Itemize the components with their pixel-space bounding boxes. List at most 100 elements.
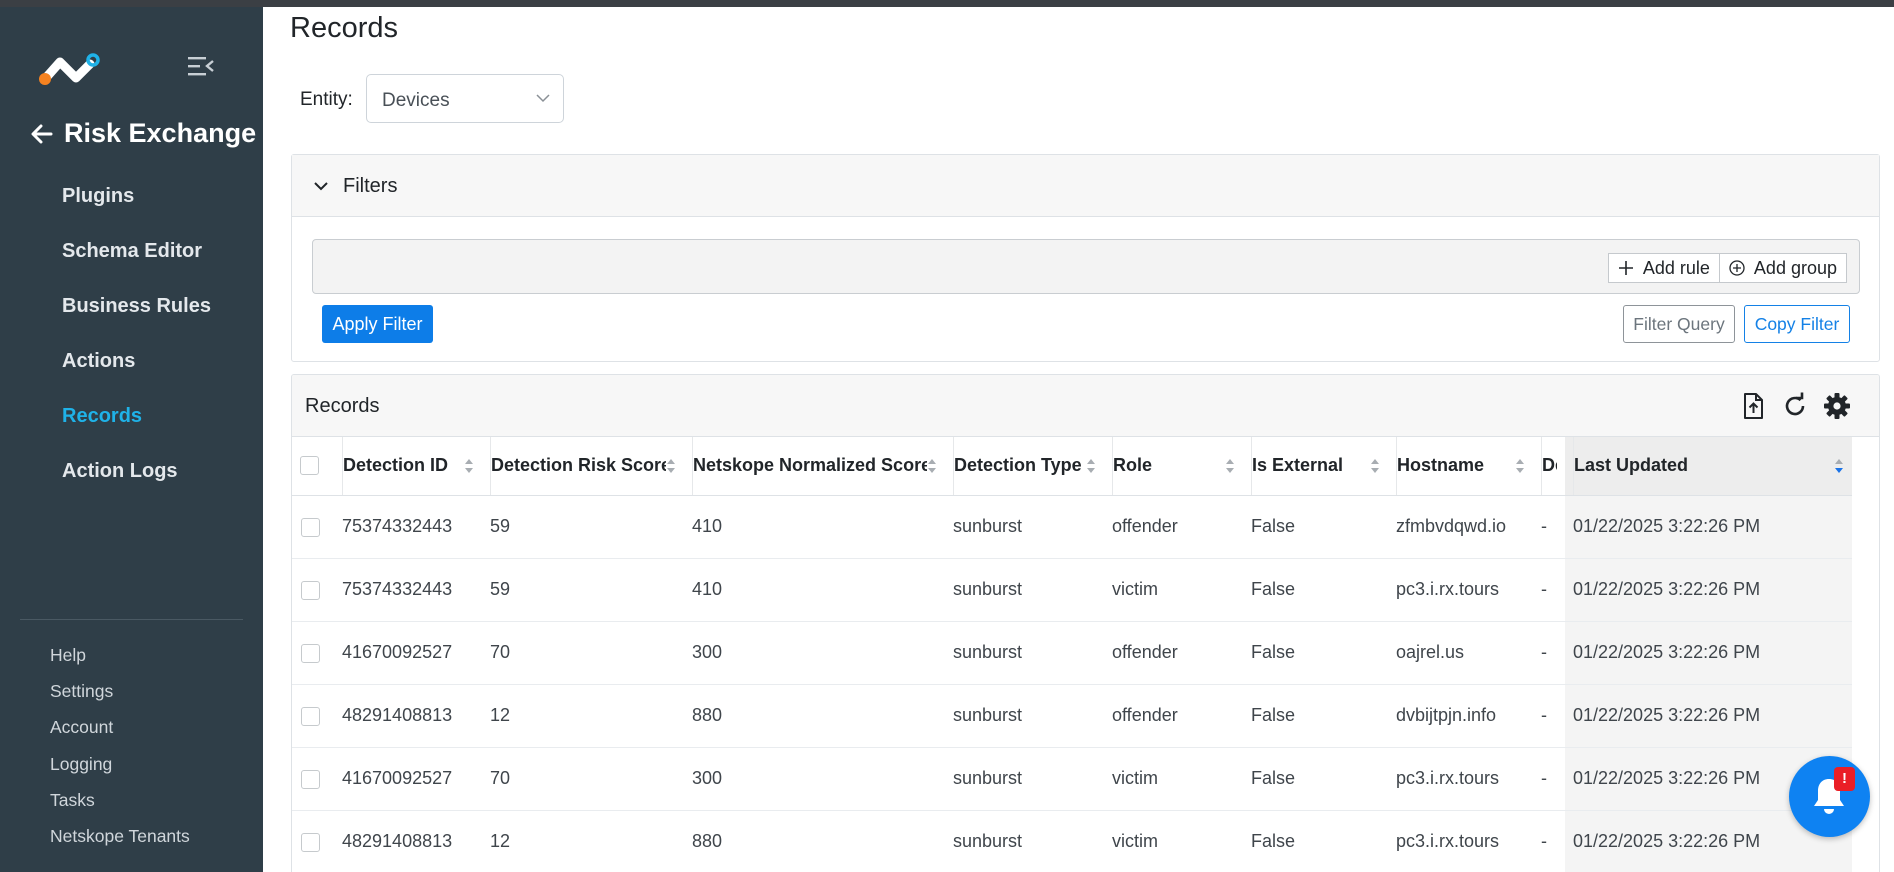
row-checkbox[interactable] (301, 517, 320, 537)
table-row[interactable]: 75374332443 59 410 sunburst offender Fal… (292, 495, 1852, 559)
cell-hostname: pc3.i.rx.tours (1388, 558, 1533, 622)
cell-de: - (1533, 621, 1565, 685)
apply-filter-button[interactable]: Apply Filter (322, 305, 433, 343)
cell-detection-id: 75374332443 (334, 558, 482, 622)
row-checkbox-cell (292, 621, 334, 685)
cell-hostname: pc3.i.rx.tours (1388, 810, 1533, 872)
back-to-risk-exchange[interactable]: Risk Exchange (30, 118, 256, 149)
sidebar-item-logging[interactable]: Logging (50, 749, 190, 785)
records-panel: Records Detection ID Detection Risk Scor… (291, 374, 1880, 872)
notifications-button[interactable]: ! (1789, 756, 1870, 837)
entity-label: Entity: (300, 89, 353, 110)
column-label: Detection ID (343, 455, 449, 476)
column-header[interactable]: Hostname (1388, 437, 1533, 496)
cell-netskope-normalized-score: 880 (684, 810, 945, 872)
sidebar-item-action-logs[interactable]: Action Logs (0, 451, 263, 506)
sidebar: Risk Exchange Plugins Schema Editor Busi… (0, 0, 263, 872)
entity-select[interactable]: Devices (366, 74, 564, 123)
row-checkbox[interactable] (301, 643, 320, 663)
table-row[interactable]: 48291408813 12 880 sunburst victim False… (292, 810, 1852, 872)
sidebar-item-netskope-tenants[interactable]: Netskope Tenants (50, 821, 190, 857)
filter-query-button[interactable]: Filter Query (1623, 305, 1735, 343)
cell-is-external: False (1243, 558, 1388, 622)
netskope-logo (39, 53, 100, 85)
row-checkbox-cell (292, 558, 334, 622)
cell-detection-type: sunburst (945, 747, 1104, 811)
table-row[interactable]: 75374332443 59 410 sunburst victim False… (292, 558, 1852, 622)
filters-title: Filters (343, 175, 398, 197)
cell-role: offender (1104, 495, 1243, 559)
refresh-icon[interactable] (1781, 392, 1809, 420)
table-row[interactable]: 41670092527 70 300 sunburst offender Fal… (292, 621, 1852, 685)
cell-role: offender (1104, 684, 1243, 748)
table-row[interactable]: 41670092527 70 300 sunburst victim False… (292, 747, 1852, 811)
cell-detection-risk-score: 12 (482, 684, 684, 748)
column-header[interactable]: Detection ID (334, 437, 482, 496)
column-label: Detection Risk Score (491, 455, 666, 476)
sidebar-item-account[interactable]: Account (50, 712, 190, 748)
sidebar-item-settings[interactable]: Settings (50, 676, 190, 712)
sidebar-item-tasks[interactable]: Tasks (50, 785, 190, 821)
sort-icon (928, 458, 936, 473)
column-header-sorted[interactable]: Last Updated (1565, 437, 1852, 496)
sidebar-item-business-rules[interactable]: Business Rules (0, 286, 263, 341)
row-checkbox[interactable] (301, 580, 320, 600)
records-toolbar (1739, 392, 1851, 420)
cell-last-updated: 01/22/2025 3:22:26 PM (1565, 495, 1852, 559)
table-header-row: Detection ID Detection Risk Score Netsko… (292, 437, 1852, 496)
cell-detection-type: sunburst (945, 495, 1104, 559)
cell-detection-risk-score: 59 (482, 495, 684, 559)
row-checkbox-cell (292, 810, 334, 872)
row-checkbox-cell (292, 747, 334, 811)
query-builder-actions: Add rule Add group (1607, 253, 1847, 283)
column-header[interactable]: De (1533, 437, 1565, 496)
column-header[interactable]: Role (1104, 437, 1243, 496)
row-checkbox[interactable] (301, 832, 320, 852)
sort-icon (1371, 458, 1379, 473)
cell-is-external: False (1243, 810, 1388, 872)
collapse-menu-icon[interactable] (188, 55, 214, 77)
column-label: Netskope Normalized Score (693, 455, 927, 476)
column-header[interactable]: Netskope Normalized Score (684, 437, 945, 496)
sidebar-item-records[interactable]: Records (0, 396, 263, 451)
table-row[interactable]: 48291408813 12 880 sunburst offender Fal… (292, 684, 1852, 748)
cell-netskope-normalized-score: 410 (684, 558, 945, 622)
sidebar-item-plugins[interactable]: Plugins (0, 176, 263, 231)
select-all-checkbox[interactable] (300, 456, 319, 476)
page-title: Records (290, 12, 398, 44)
sidebar-item-schema-editor[interactable]: Schema Editor (0, 231, 263, 286)
chevron-down-icon (314, 182, 328, 191)
add-rule-button[interactable]: Add rule (1607, 253, 1720, 283)
cell-role: offender (1104, 621, 1243, 685)
chevron-down-icon (536, 94, 550, 103)
column-label: Last Updated (1574, 455, 1689, 476)
column-header[interactable]: Detection Type (945, 437, 1104, 496)
export-icon[interactable] (1739, 392, 1767, 420)
cell-de: - (1533, 747, 1565, 811)
settings-gear-icon[interactable] (1823, 392, 1851, 420)
sidebar-item-help[interactable]: Help (50, 640, 190, 676)
back-arrow-icon (31, 124, 53, 143)
query-builder: Add rule Add group (312, 239, 1860, 294)
cell-netskope-normalized-score: 880 (684, 684, 945, 748)
cell-last-updated: 01/22/2025 3:22:26 PM (1565, 621, 1852, 685)
cell-detection-id: 41670092527 (334, 747, 482, 811)
cell-last-updated: 01/22/2025 3:22:26 PM (1565, 684, 1852, 748)
row-checkbox[interactable] (301, 769, 320, 789)
sidebar-item-actions[interactable]: Actions (0, 341, 263, 396)
cell-detection-id: 75374332443 (334, 495, 482, 559)
filters-header[interactable]: Filters (292, 155, 1879, 217)
column-label: Detection Type (954, 455, 1082, 476)
cell-hostname: pc3.i.rx.tours (1388, 747, 1533, 811)
cell-detection-id: 41670092527 (334, 621, 482, 685)
cell-de: - (1533, 495, 1565, 559)
row-checkbox[interactable] (301, 706, 320, 726)
column-header[interactable]: Detection Risk Score (482, 437, 684, 496)
sort-icon (1087, 458, 1095, 473)
cell-detection-risk-score: 70 (482, 621, 684, 685)
column-header[interactable]: Is External (1243, 437, 1388, 496)
sort-icon (1516, 458, 1524, 473)
add-group-button[interactable]: Add group (1719, 253, 1847, 283)
sort-icon (465, 458, 473, 473)
copy-filter-button[interactable]: Copy Filter (1744, 305, 1850, 343)
